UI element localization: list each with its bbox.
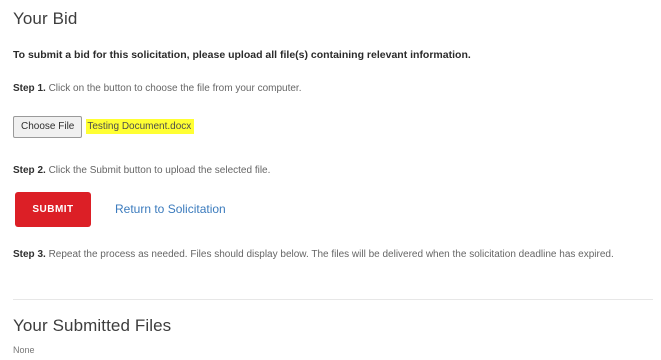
step-3-text: Repeat the process as needed. Files shou…: [48, 249, 614, 260]
step-1: Step 1. Click on the button to choose th…: [13, 80, 302, 98]
submit-button[interactable]: SUBMIT: [15, 192, 91, 227]
step-2: Step 2. Click the Submit button to uploa…: [13, 162, 270, 180]
bid-page: Your Bid To submit a bid for this solici…: [13, 0, 653, 360]
step-2-text: Click the Submit button to upload the se…: [48, 165, 271, 176]
upload-instruction: To submit a bid for this solicitation, p…: [13, 49, 471, 61]
return-to-solicitation-link[interactable]: Return to Solicitation: [115, 202, 226, 216]
step-1-text: Click on the button to choose the file f…: [48, 83, 302, 94]
choose-file-button[interactable]: Choose File: [13, 115, 83, 138]
your-bid-heading: Your Bid: [13, 9, 78, 28]
step-3-label: Step 3.: [13, 249, 46, 260]
section-divider: [13, 299, 653, 300]
step-1-label: Step 1.: [13, 83, 46, 94]
submitted-files-heading: Your Submitted Files: [13, 316, 172, 335]
step-3: Step 3. Repeat the process as needed. Fi…: [13, 246, 651, 264]
file-input: Choose File Testing Document.docx: [13, 115, 195, 138]
step-2-label: Step 2.: [13, 165, 46, 176]
selected-file-name: Testing Document.docx: [86, 119, 195, 134]
no-files-text: None: [13, 345, 35, 355]
